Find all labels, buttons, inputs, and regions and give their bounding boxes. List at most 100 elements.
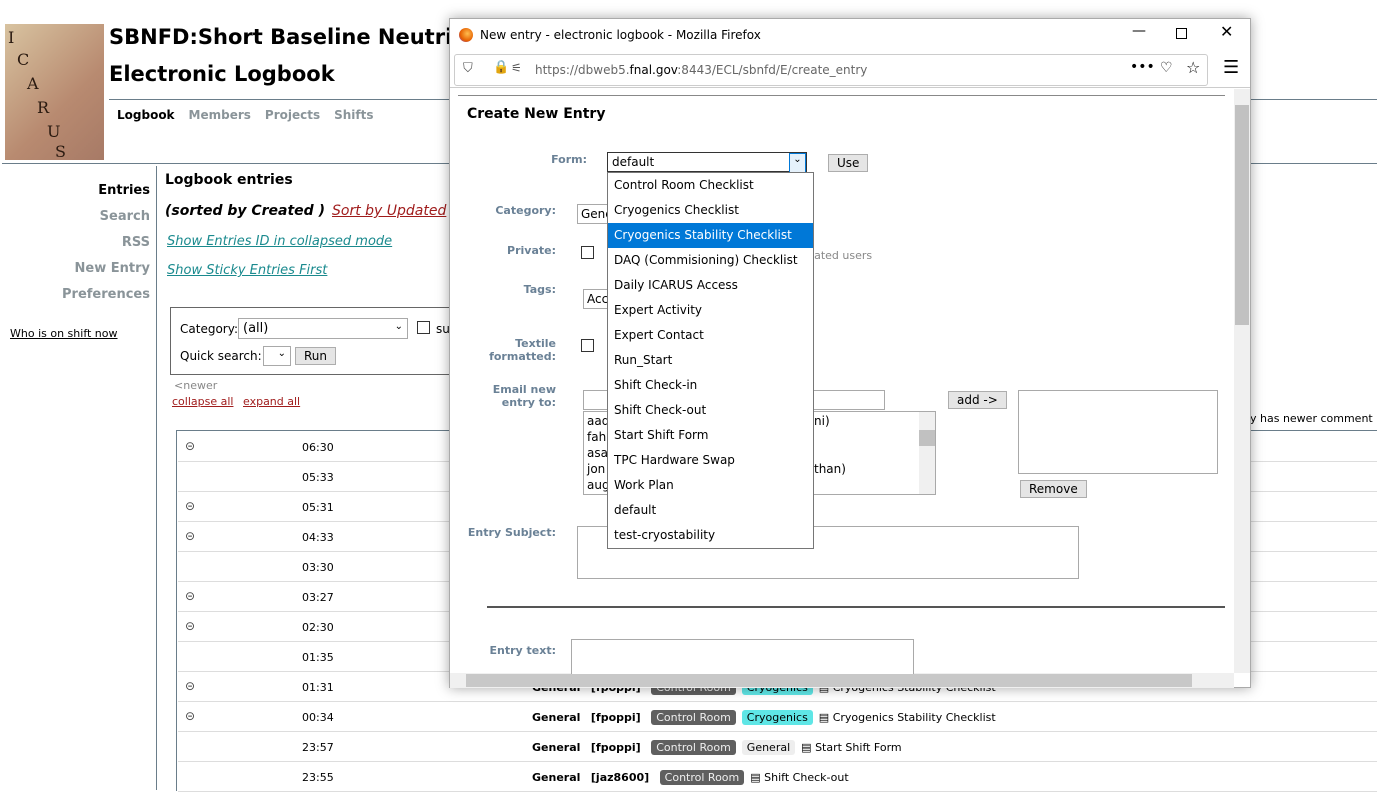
- attachment-icon: ⊝: [185, 589, 196, 603]
- divider: [458, 95, 1225, 96]
- form-select[interactable]: default ⌄: [607, 152, 807, 173]
- form-icon: ▤: [750, 771, 761, 784]
- sidebar-item-entries[interactable]: Entries: [98, 183, 150, 198]
- sort-by-updated-link[interactable]: Sort by Updated: [332, 203, 446, 219]
- recipients-list[interactable]: [1018, 390, 1218, 474]
- newer-link[interactable]: <newer: [174, 379, 217, 392]
- dropdown-option[interactable]: Run_Start: [608, 348, 813, 373]
- use-button[interactable]: Use: [828, 154, 869, 172]
- entry-tag: Cryogenics: [741, 710, 813, 725]
- create-entry-heading: Create New Entry: [467, 106, 606, 122]
- nav-logbook[interactable]: Logbook: [117, 108, 175, 122]
- dropdown-option[interactable]: Shift Check-in: [608, 373, 813, 398]
- entry-tag: Control Room: [659, 770, 745, 785]
- form-icon: ▤: [818, 711, 830, 724]
- sidebar-divider: [156, 166, 157, 790]
- quick-search-select[interactable]: ⌄: [263, 346, 291, 366]
- entry-tag: Control Room: [651, 710, 736, 725]
- dropdown-option[interactable]: Daily ICARUS Access: [608, 273, 813, 298]
- vertical-scrollbar[interactable]: [1234, 89, 1250, 673]
- entry-tag: Control Room: [651, 740, 736, 755]
- chevron-down-icon[interactable]: ⌄: [789, 153, 806, 173]
- run-button[interactable]: Run: [295, 347, 337, 365]
- entry-user: [jaz8600]: [590, 771, 650, 784]
- private-checkbox[interactable]: [581, 246, 594, 259]
- dropdown-option[interactable]: TPC Hardware Swap: [608, 448, 813, 473]
- category-select[interactable]: (all) ⌄: [238, 318, 408, 339]
- bookmark-star-icon[interactable]: ☆: [1186, 58, 1200, 77]
- menu-icon[interactable]: ☰: [1223, 57, 1239, 78]
- icarus-logo: ICARUS: [5, 24, 104, 161]
- form-dropdown-list: Control Room Checklist Cryogenics Checkli…: [607, 172, 814, 549]
- pocket-icon[interactable]: ♡: [1160, 60, 1173, 76]
- dropdown-option[interactable]: test-cryostability: [608, 523, 813, 548]
- entry-text-label: Entry text:: [489, 644, 557, 657]
- table-row[interactable]: 23:55 General [jaz8600] Control Room ▤ Shi…: [178, 762, 1377, 792]
- entry-subject[interactable]: Start Shift Form: [815, 741, 902, 754]
- form-label: Form:: [551, 153, 587, 166]
- attachment-icon: ⊝: [185, 709, 196, 723]
- sub-checkbox[interactable]: [417, 321, 430, 334]
- close-icon[interactable]: ✕: [1220, 22, 1233, 41]
- sidebar-item-preferences[interactable]: Preferences: [62, 287, 150, 302]
- category-label: Category:: [180, 322, 238, 336]
- textile-label: Textile formatted:: [489, 337, 556, 363]
- horizontal-scrollbar[interactable]: [450, 673, 1234, 688]
- url-bar[interactable]: ⛉ 🔒 ⚟ https://dbweb5.fnal.gov:8443/ECL/s…: [454, 54, 1208, 86]
- entry-subject[interactable]: Shift Check-out: [764, 771, 849, 784]
- dropdown-option[interactable]: Control Room Checklist: [608, 173, 813, 198]
- textile-checkbox[interactable]: [581, 339, 594, 352]
- maximize-icon[interactable]: [1176, 28, 1187, 39]
- entry-time: 03:27: [302, 591, 334, 604]
- entry-time: 23:57: [302, 741, 334, 754]
- sidebar-item-search[interactable]: Search: [100, 209, 150, 224]
- attachment-icon: ⊝: [185, 499, 196, 513]
- entries-heading: Logbook entries: [165, 172, 293, 188]
- minimize-icon[interactable]: —: [1132, 23, 1146, 39]
- entry-subject[interactable]: Cryogenics Stability Checklist: [833, 711, 996, 724]
- entry-user: [fpoppi]: [590, 711, 641, 724]
- who-on-shift-link[interactable]: Who is on shift now: [10, 327, 118, 340]
- lock-icon[interactable]: 🔒: [493, 60, 509, 75]
- table-row[interactable]: ⊝ 00:34 General [fpoppi] Control Room Cryog…: [178, 702, 1377, 732]
- remove-button[interactable]: Remove: [1020, 480, 1087, 498]
- dropdown-option[interactable]: Expert Contact: [608, 323, 813, 348]
- nav-shifts[interactable]: Shifts: [334, 108, 373, 122]
- attachment-icon: ⊝: [185, 529, 196, 543]
- dropdown-option[interactable]: Start Shift Form: [608, 423, 813, 448]
- dropdown-option[interactable]: Cryogenics Checklist: [608, 198, 813, 223]
- show-sticky-link[interactable]: Show Sticky Entries First: [167, 263, 327, 278]
- email-list-scrollbar[interactable]: [919, 412, 935, 494]
- nav-members[interactable]: Members: [189, 108, 251, 122]
- shield-icon[interactable]: ⛉: [463, 61, 473, 76]
- url-text[interactable]: https://dbweb5.fnal.gov:8443/ECL/sbnfd/E…: [535, 63, 867, 77]
- dropdown-option[interactable]: Shift Check-out: [608, 398, 813, 423]
- entry-time: 02:30: [302, 621, 334, 634]
- expand-all-link[interactable]: expand all: [243, 395, 300, 408]
- entry-user: [fpoppi]: [590, 741, 641, 754]
- divider: [487, 606, 1225, 608]
- category-label: Category:: [495, 204, 556, 217]
- collapse-all-link[interactable]: collapse all: [172, 395, 233, 408]
- entry-text-area[interactable]: [571, 639, 914, 674]
- permissions-icon[interactable]: ⚟: [511, 61, 522, 75]
- table-row[interactable]: 23:57 General [fpoppi] Control Room Genera…: [178, 732, 1377, 762]
- private-note: icated users: [805, 249, 873, 262]
- window-title: New entry - electronic logbook - Mozilla…: [480, 28, 761, 42]
- nav-projects[interactable]: Projects: [265, 108, 320, 122]
- dropdown-option[interactable]: Expert Activity: [608, 298, 813, 323]
- chevron-down-icon: ⌄: [277, 348, 286, 359]
- dropdown-option[interactable]: default: [608, 498, 813, 523]
- dropdown-option[interactable]: Cryogenics Stability Checklist: [608, 223, 813, 248]
- show-ids-link[interactable]: Show Entries ID in collapsed mode: [167, 234, 392, 249]
- dropdown-option[interactable]: DAQ (Commisioning) Checklist: [608, 248, 813, 273]
- more-icon[interactable]: •••: [1130, 59, 1155, 75]
- add-button[interactable]: add ->: [948, 391, 1007, 409]
- dropdown-option[interactable]: Work Plan: [608, 473, 813, 498]
- private-label: Private:: [507, 244, 556, 257]
- entry-time: 23:55: [302, 771, 334, 784]
- page-subtitle: Electronic Logbook: [109, 62, 335, 86]
- sidebar-item-rss[interactable]: RSS: [122, 235, 150, 250]
- sidebar-item-new-entry[interactable]: New Entry: [75, 261, 150, 276]
- divider: [450, 87, 1250, 88]
